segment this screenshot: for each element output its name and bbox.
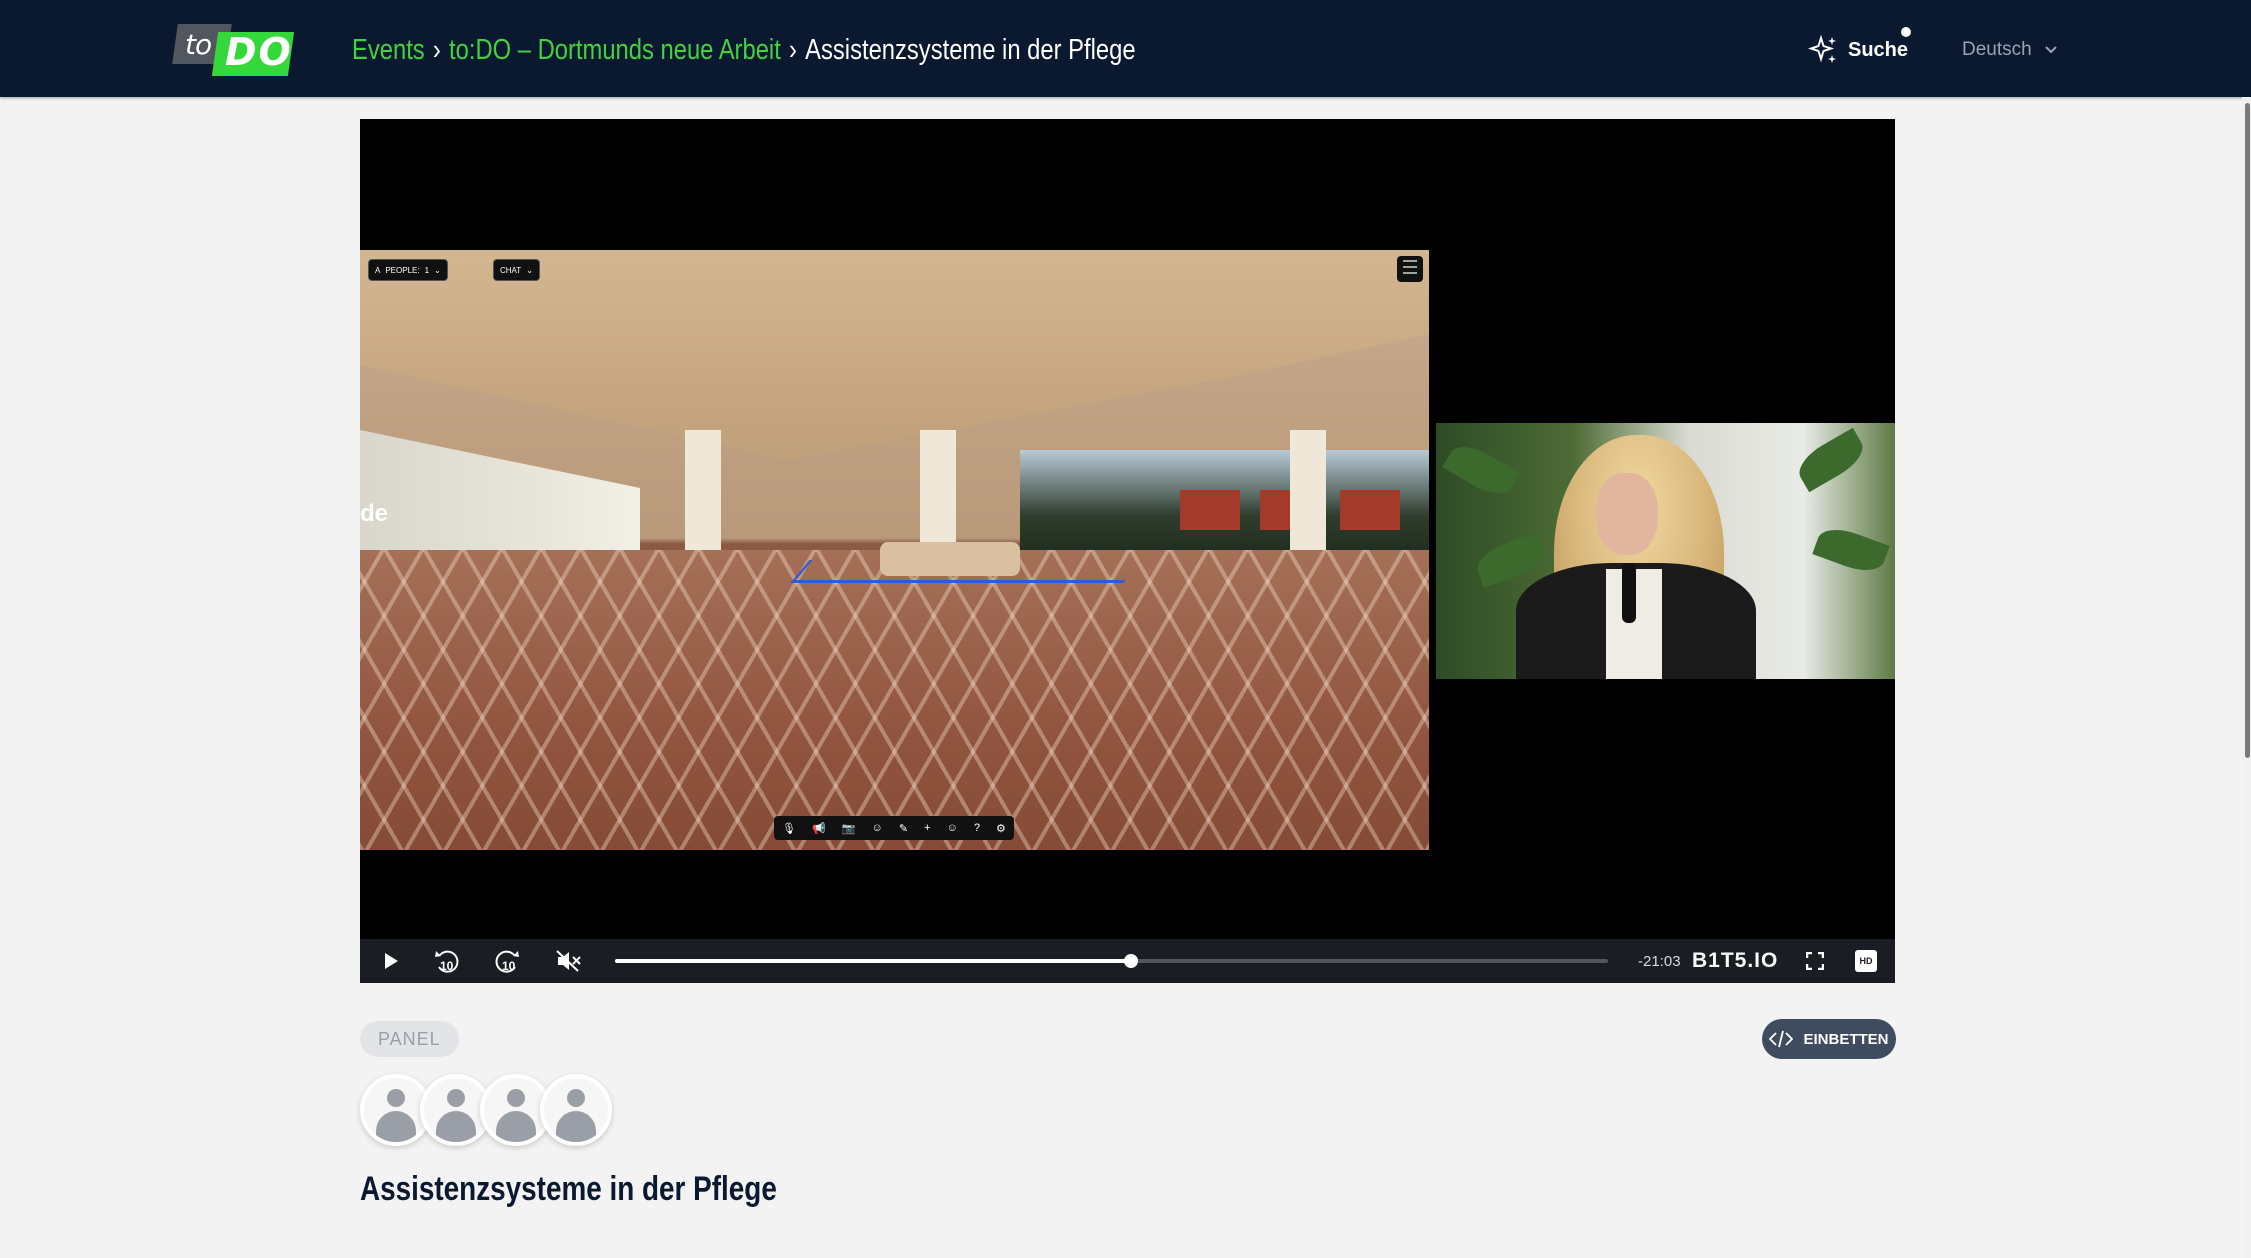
player-brand-logo[interactable]: B1T5.IO bbox=[1692, 939, 1778, 983]
fullscreen-icon bbox=[1806, 952, 1824, 970]
avatar[interactable] bbox=[540, 1074, 612, 1146]
house-shape bbox=[1180, 490, 1240, 530]
house-shape bbox=[1340, 490, 1400, 530]
forward-icon: 10 bbox=[495, 950, 519, 973]
breadcrumb-link-events[interactable]: Events bbox=[352, 34, 425, 67]
breadcrumb-link-event-series[interactable]: to:DO – Dortmunds neue Arbeit bbox=[449, 34, 781, 67]
notification-dot bbox=[1901, 27, 1911, 37]
fullscreen-button[interactable] bbox=[1798, 939, 1832, 983]
hud-chat-label: CHAT bbox=[500, 265, 522, 275]
progress-bar[interactable] bbox=[615, 954, 1608, 968]
hud-menu-icon[interactable] bbox=[1397, 256, 1423, 282]
category-tag: PANEL bbox=[360, 1021, 459, 1057]
mute-button[interactable] bbox=[550, 939, 588, 983]
play-button[interactable] bbox=[372, 939, 410, 983]
hud-people-count: 1 bbox=[424, 265, 430, 275]
logo-text-big: DO bbox=[225, 30, 293, 74]
event-title: Assistenzsysteme in der Pflege bbox=[360, 1170, 777, 1208]
language-selector[interactable]: Deutsch bbox=[1962, 34, 2058, 66]
herringbone-floor bbox=[360, 550, 1429, 850]
breadcrumb-current-page: Assistenzsysteme in der Pflege bbox=[805, 33, 1136, 66]
leaf-shape bbox=[1812, 522, 1890, 578]
pen-icon[interactable]: ✎ bbox=[899, 822, 908, 835]
forward-seconds: 10 bbox=[502, 959, 516, 973]
page-scrollbar-thumb[interactable] bbox=[2245, 103, 2250, 758]
emoji-icon[interactable]: ☺ bbox=[947, 822, 958, 834]
floor-marker bbox=[790, 560, 1143, 583]
video-player[interactable]: de A PEOPLE: 1 ⌄ CHAT ⌄ 🎙 📢 📷 ☺ ✎ + ☺ ? … bbox=[360, 119, 1895, 983]
speaker-webcam-feed bbox=[1436, 423, 1895, 679]
avatar-icon: A bbox=[375, 265, 381, 275]
settings-icon[interactable]: ⚙ bbox=[996, 822, 1006, 835]
help-icon[interactable]: ? bbox=[974, 822, 980, 834]
breadcrumb-separator: › bbox=[789, 33, 797, 66]
hd-quality-button[interactable]: HD bbox=[1855, 950, 1877, 972]
rewind-seconds: 10 bbox=[440, 959, 454, 973]
search-button[interactable]: Suche bbox=[1808, 30, 1908, 70]
ceiling bbox=[360, 250, 1429, 460]
breadcrumb: Events › to:DO – Dortmunds neue Arbeit ›… bbox=[352, 30, 1136, 70]
code-icon bbox=[1769, 1030, 1794, 1048]
scene-wall-text: de bbox=[360, 500, 389, 527]
speaker-face bbox=[1596, 473, 1658, 555]
progress-scrubber[interactable] bbox=[1124, 954, 1139, 968]
people-icon[interactable]: ☺ bbox=[872, 822, 883, 834]
language-label: Deutsch bbox=[1962, 39, 2032, 60]
speaker-muted-icon bbox=[556, 950, 581, 972]
embed-button[interactable]: EINBETTEN bbox=[1762, 1019, 1896, 1059]
player-control-bar: 10 10 -21:03 B1T5.IO HD bbox=[360, 939, 1895, 983]
hud-chat-pill[interactable]: CHAT ⌄ bbox=[493, 259, 540, 281]
rewind-10-button[interactable]: 10 bbox=[426, 939, 466, 983]
scene-toolbar: 🎙 📢 📷 ☺ ✎ + ☺ ? ⚙ bbox=[774, 816, 1014, 840]
rewind-icon: 10 bbox=[435, 950, 459, 973]
chevron-down-icon: ⌄ bbox=[434, 265, 441, 275]
chevron-down-icon: ⌄ bbox=[526, 265, 533, 275]
logo-text-small: to bbox=[185, 28, 212, 61]
hud-people-pill[interactable]: A PEOPLE: 1 ⌄ bbox=[368, 259, 448, 281]
microphone-shape bbox=[1622, 563, 1636, 623]
search-label: Suche bbox=[1848, 38, 1909, 61]
microphone-icon[interactable]: 🎙 bbox=[782, 822, 796, 835]
play-icon bbox=[385, 953, 398, 969]
top-navigation-bar: to DO Events › to:DO – Dortmunds neue Ar… bbox=[0, 0, 2251, 97]
megaphone-icon[interactable]: 📢 bbox=[812, 822, 826, 835]
breadcrumb-separator: › bbox=[432, 33, 441, 66]
embed-label: EINBETTEN bbox=[1803, 1030, 1889, 1048]
chevron-down-icon bbox=[2044, 46, 2057, 54]
virtual-room-scene: de A PEOPLE: 1 ⌄ CHAT ⌄ 🎙 📢 📷 ☺ ✎ + ☺ ? … bbox=[360, 250, 1429, 850]
leaf-shape bbox=[1442, 437, 1520, 503]
plus-icon[interactable]: + bbox=[924, 822, 930, 834]
todo-logo[interactable]: to DO bbox=[172, 24, 295, 76]
remaining-time: -21:03 bbox=[1638, 952, 1681, 970]
hud-people-label: PEOPLE: bbox=[385, 265, 420, 275]
forward-10-button[interactable]: 10 bbox=[488, 939, 528, 983]
leaf-shape bbox=[1792, 427, 1870, 493]
progress-fill bbox=[615, 959, 1132, 963]
sparkle-icon bbox=[1808, 34, 1836, 63]
camera-icon[interactable]: 📷 bbox=[842, 822, 856, 835]
